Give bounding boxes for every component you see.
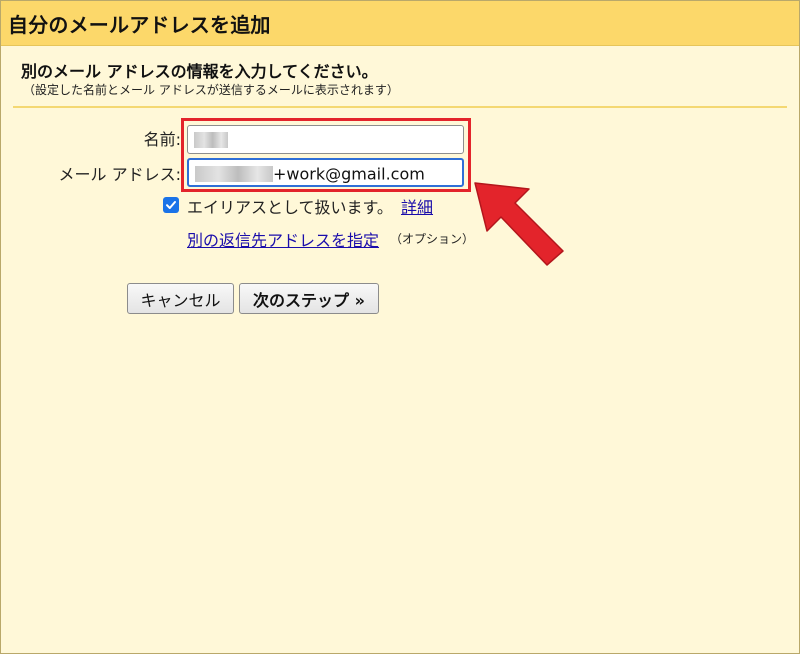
divider: [13, 106, 787, 108]
alias-checkbox-label: エイリアスとして扱います。: [187, 198, 393, 217]
name-label: 名前:: [143, 130, 181, 149]
alias-checkbox[interactable]: [163, 197, 179, 213]
next-step-button[interactable]: 次のステップ »: [239, 283, 379, 314]
option-note: （オプション）: [390, 232, 475, 246]
add-email-dialog: 自分のメールアドレスを追加 別のメール アドレスの情報を入力してください。 （設…: [0, 0, 800, 654]
detail-link[interactable]: 詳細: [401, 194, 433, 218]
highlight-box: [181, 118, 471, 192]
form-subnote: （設定した名前とメール アドレスが送信するメールに表示されます）: [23, 83, 399, 97]
cancel-button[interactable]: キャンセル: [127, 283, 234, 314]
dialog-title: 自分のメールアドレスを追加: [8, 13, 271, 37]
red-arrow-icon: [474, 182, 564, 266]
title-bar: 自分のメールアドレスを追加: [1, 1, 799, 46]
reply-to-link[interactable]: 別の返信先アドレスを指定: [187, 227, 379, 251]
email-label: メール アドレス:: [58, 165, 181, 184]
form-heading: 別のメール アドレスの情報を入力してください。: [21, 62, 378, 81]
checkmark-icon: [166, 201, 176, 209]
